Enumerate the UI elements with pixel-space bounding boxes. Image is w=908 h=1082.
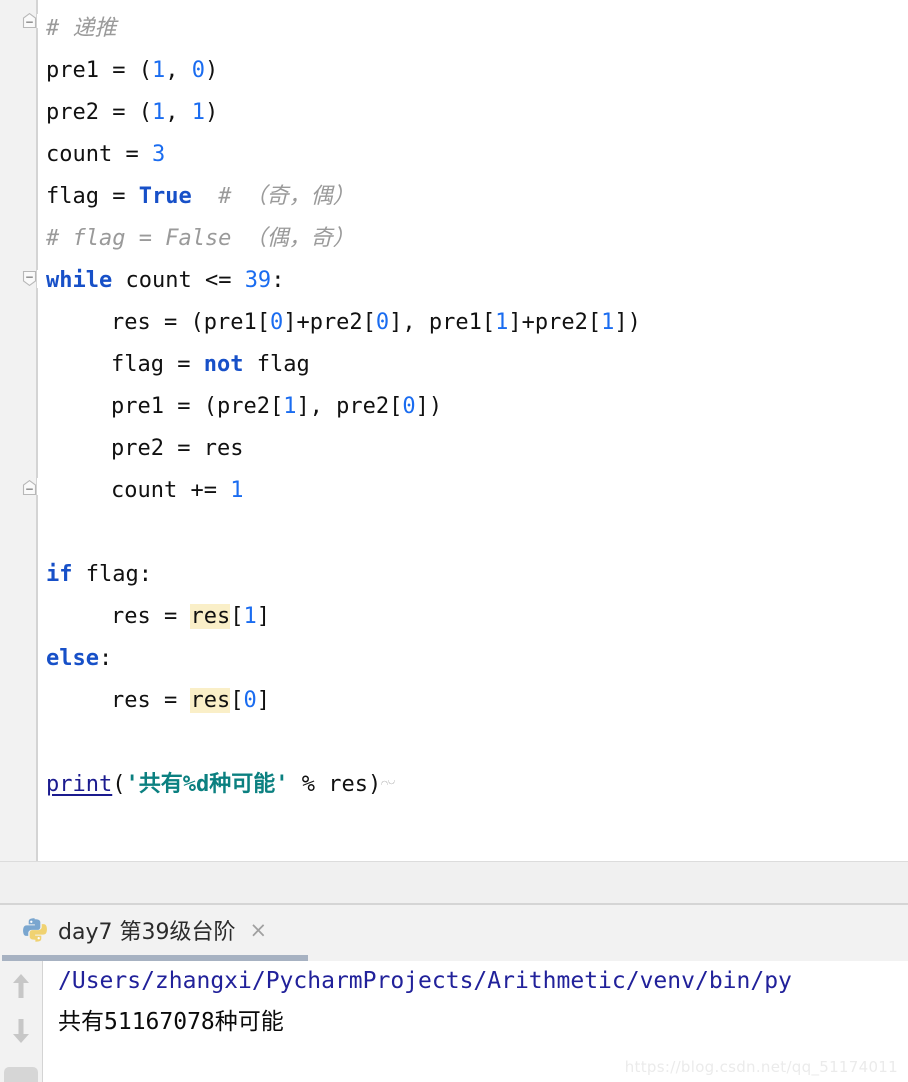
python-logo-icon bbox=[22, 917, 48, 943]
code-line[interactable]: pre2 = (1, 1) bbox=[46, 92, 218, 134]
code-token-number: 1 bbox=[151, 100, 166, 125]
code-token-plain: flag = bbox=[46, 184, 139, 209]
code-line[interactable]: pre1 = (1, 0) bbox=[46, 50, 218, 92]
console-scrollbar-thumb[interactable] bbox=[4, 1067, 38, 1082]
code-token-plain: res = bbox=[111, 688, 191, 713]
code-token-plain: res = (pre1[ bbox=[111, 310, 270, 335]
console-output-line: /Users/zhangxi/PycharmProjects/Arithmeti… bbox=[58, 961, 908, 1002]
code-line[interactable]: # flag = False （偶，奇） bbox=[46, 218, 355, 260]
code-line[interactable]: pre2 = res bbox=[111, 428, 243, 470]
code-token-plain: flag: bbox=[72, 562, 152, 587]
code-line[interactable]: res = res[0] bbox=[111, 680, 270, 722]
code-token-plain: pre1 = (pre2[ bbox=[111, 394, 284, 419]
code-token-keyword: not bbox=[203, 352, 244, 377]
code-token-plain: ] bbox=[256, 604, 270, 629]
code-token-plain: ]+pre2[ bbox=[283, 310, 376, 335]
watermark-text: https://blog.csdn.net/qq_51174011 bbox=[624, 1058, 898, 1076]
code-token-comment: # 递推 bbox=[46, 16, 117, 41]
code-token-string: '共有%d种可能' bbox=[125, 772, 289, 797]
code-line[interactable]: while count <= 39: bbox=[46, 260, 284, 302]
code-token-plain: res = bbox=[111, 604, 191, 629]
code-token-comment: # （奇，偶） bbox=[191, 184, 355, 209]
code-token-number: 0 bbox=[375, 310, 390, 335]
code-line[interactable]: count = 3 bbox=[46, 134, 165, 176]
code-token-number: 1 bbox=[191, 100, 205, 125]
code-token-plain: ], pre1[ bbox=[389, 310, 496, 335]
code-line[interactable]: # 递推 bbox=[46, 8, 117, 50]
code-line[interactable]: pre1 = (pre2[1], pre2[0]) bbox=[111, 386, 442, 428]
code-token-plain: pre1 = ( bbox=[46, 58, 152, 83]
code-token-plain: flag = bbox=[111, 352, 204, 377]
code-line[interactable]: res = (pre1[0]+pre2[0], pre1[1]+pre2[1]) bbox=[111, 302, 641, 344]
run-configuration-tab[interactable]: day7 第39级台阶 × bbox=[2, 905, 282, 955]
code-token-plain: % res) bbox=[288, 772, 382, 797]
code-token-number: 3 bbox=[151, 142, 166, 167]
code-token-keyword: True bbox=[138, 184, 192, 209]
code-token-keyword: if bbox=[46, 562, 73, 587]
code-token-number: 1 bbox=[495, 310, 509, 335]
code-token-number: 0 bbox=[243, 688, 257, 713]
code-token-number: 0 bbox=[402, 394, 416, 419]
code-token-plain: ]) bbox=[614, 310, 641, 335]
editor-console-separator bbox=[0, 861, 908, 905]
code-token-plain: ) bbox=[204, 58, 219, 83]
code-token-plain: ( bbox=[112, 772, 126, 797]
code-token-number: 1 bbox=[230, 478, 244, 503]
code-line[interactable]: flag = not flag bbox=[111, 344, 310, 386]
code-token-plain: : bbox=[98, 646, 113, 671]
code-token-builtin: print bbox=[46, 772, 113, 797]
code-token-plain: pre2 = res bbox=[111, 436, 244, 461]
code-token-number: 1 bbox=[283, 394, 297, 419]
code-token-number: 0 bbox=[269, 310, 284, 335]
code-line[interactable]: res = res[1] bbox=[111, 596, 270, 638]
code-token-keyword: while bbox=[46, 268, 113, 293]
run-tab-label: day7 第39级台阶 bbox=[58, 920, 236, 945]
console-gutter[interactable] bbox=[0, 961, 43, 1082]
code-token-plain: ) bbox=[204, 100, 219, 125]
interpreter-path: /Users/zhangxi/PycharmProjects/Arithmeti… bbox=[58, 968, 792, 994]
close-icon[interactable]: × bbox=[245, 919, 267, 941]
code-token-plain: flag bbox=[243, 352, 310, 377]
code-line[interactable]: else: bbox=[46, 638, 112, 680]
code-token-plain: , bbox=[165, 100, 192, 125]
code-token-highlight: res bbox=[190, 688, 231, 713]
code-token-plain: pre2 = ( bbox=[46, 100, 152, 125]
code-token-number: 39 bbox=[244, 268, 272, 293]
program-output: 共有51167078种可能 bbox=[58, 1009, 284, 1035]
code-editor[interactable]: # 递推 pre1 = (1, 0) pre2 = (1, 1) count = 3f… bbox=[0, 0, 908, 861]
arrow-down-icon[interactable] bbox=[9, 1016, 33, 1046]
code-line[interactable]: count += 1 bbox=[111, 470, 243, 512]
code-token-plain: , bbox=[165, 58, 192, 83]
code-token-plain: ], pre2[ bbox=[296, 394, 403, 419]
code-text-layer[interactable]: # 递推 pre1 = (1, 0) pre2 = (1, 1) count = 3f… bbox=[0, 0, 908, 861]
arrow-up-icon[interactable] bbox=[9, 971, 33, 1001]
code-token-number: 1 bbox=[243, 604, 257, 629]
code-token-plain: count += bbox=[111, 478, 231, 503]
run-tool-window[interactable]: day7 第39级台阶 × /Users/zhangxi/PycharmProj… bbox=[0, 905, 908, 1082]
code-token-plain: count <= bbox=[112, 268, 245, 293]
code-token-number: 1 bbox=[601, 310, 615, 335]
code-line[interactable]: flag = True # （奇，偶） bbox=[46, 176, 355, 218]
code-token-plain: ] bbox=[256, 688, 270, 713]
pycharm-window: # 递推 pre1 = (1, 0) pre2 = (1, 1) count = 3f… bbox=[0, 0, 908, 1082]
code-token-highlight: res bbox=[190, 604, 231, 629]
run-tab-row[interactable]: day7 第39级台阶 × bbox=[0, 905, 908, 961]
code-line[interactable]: if flag: bbox=[46, 554, 152, 596]
code-token-number: 0 bbox=[191, 58, 205, 83]
console-output-line: 共有51167078种可能 bbox=[58, 1002, 908, 1043]
code-token-plain: count = bbox=[46, 142, 152, 167]
code-token-keyword: else bbox=[46, 646, 99, 671]
code-token-comment: # flag = False （偶，奇） bbox=[46, 226, 355, 251]
code-token-number: 1 bbox=[151, 58, 166, 83]
code-token-plain: [ bbox=[230, 604, 244, 629]
code-line[interactable]: print('共有%d种可能' % res) bbox=[46, 764, 396, 806]
code-token-plain: ]) bbox=[415, 394, 443, 419]
code-token-plain: : bbox=[271, 268, 285, 293]
code-token-plain: [ bbox=[230, 688, 244, 713]
console-text-layer: /Users/zhangxi/PycharmProjects/Arithmeti… bbox=[58, 961, 908, 1043]
code-token-plain: ]+pre2[ bbox=[508, 310, 602, 335]
